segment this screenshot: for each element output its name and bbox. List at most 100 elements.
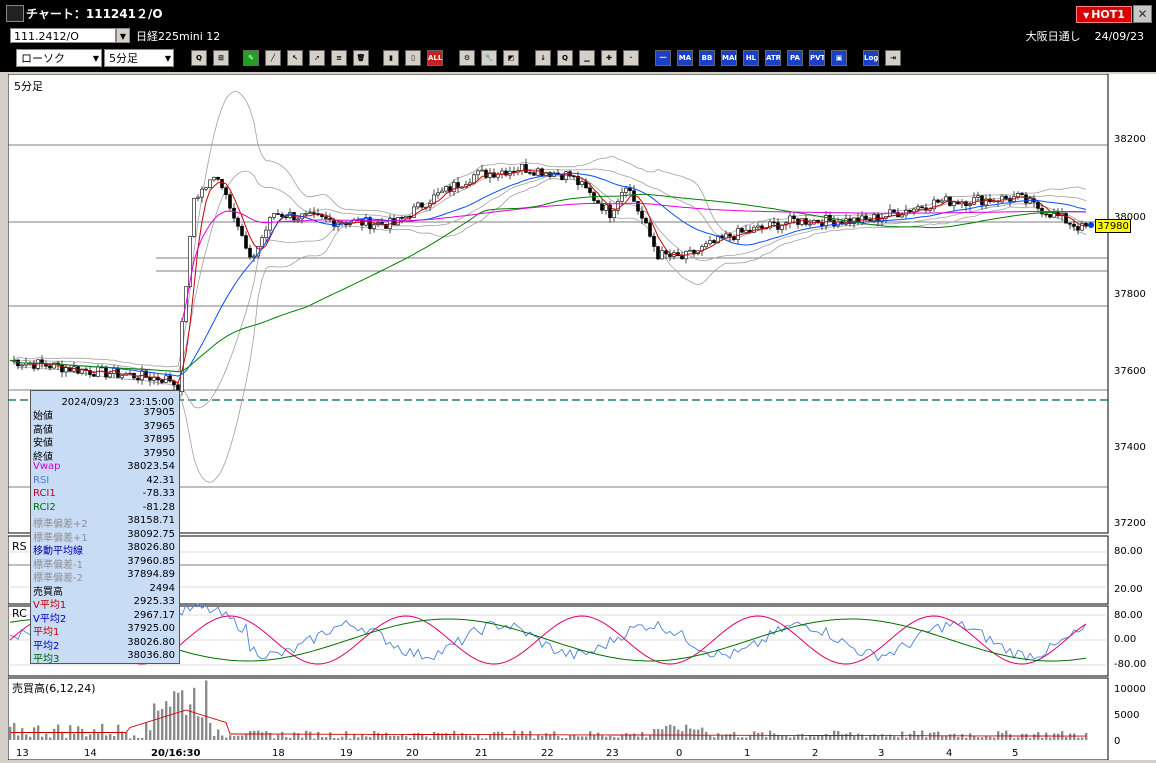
- candle-body: [872, 214, 876, 222]
- layout-button[interactable]: ⊞: [213, 50, 229, 66]
- mae-button[interactable]: MAE: [721, 50, 737, 66]
- volume-bar: [33, 727, 36, 740]
- line-tool-button[interactable]: ╱: [265, 50, 281, 66]
- indicator4-button[interactable]: ✚: [601, 50, 617, 66]
- volume-bar: [1005, 730, 1008, 740]
- candle-body: [528, 172, 532, 174]
- draw-pen-button[interactable]: ✎: [243, 50, 259, 66]
- data-window-row: 標準偏差+1 38092.75: [33, 529, 177, 544]
- all-button[interactable]: ALL: [427, 50, 443, 66]
- volume-bar: [409, 737, 412, 740]
- indicator5-button[interactable]: ·: [623, 50, 639, 66]
- trash-button[interactable]: 🗑: [353, 50, 369, 66]
- data-window-key: RCI2: [33, 501, 56, 513]
- volume-bar: [249, 731, 252, 740]
- hl-button[interactable]: HL: [743, 50, 759, 66]
- volume-bar: [189, 704, 192, 740]
- candle-body: [1072, 223, 1076, 227]
- candle-button[interactable]: ▮: [383, 50, 399, 66]
- volume-bar: [665, 725, 668, 740]
- volume-bar: [105, 735, 108, 740]
- symbol-input[interactable]: 111.2412/O: [10, 28, 116, 43]
- volume-bar: [201, 717, 204, 740]
- volume-bar: [237, 735, 240, 740]
- volume-bar: [825, 733, 828, 740]
- data-window-row: 平均3 38036.80: [33, 650, 177, 665]
- volume-bar: [793, 736, 796, 740]
- x-tick: 19: [340, 748, 353, 759]
- volume-bar: [309, 731, 312, 740]
- atr-button[interactable]: ATR: [765, 50, 781, 66]
- hot-button[interactable]: ▼ HOT1: [1076, 6, 1132, 23]
- indicator3-button[interactable]: ▁: [579, 50, 595, 66]
- candle-body: [1044, 213, 1048, 216]
- log-button[interactable]: Log: [863, 50, 879, 66]
- volume-bar: [525, 735, 528, 740]
- candle-body: [664, 250, 668, 255]
- candle-body: [632, 190, 636, 202]
- interval-select[interactable]: 5分足 ▼: [104, 49, 174, 67]
- cursor-button[interactable]: ↖: [287, 50, 303, 66]
- data-window-row: 安値 37895: [33, 434, 177, 449]
- volume-bar: [345, 731, 348, 740]
- volume-bar: [209, 723, 212, 740]
- volume-bar: [1021, 733, 1024, 740]
- candle-body: [500, 170, 504, 175]
- para-button[interactable]: PA: [787, 50, 803, 66]
- color-button[interactable]: ◩: [503, 50, 519, 66]
- candle-body: [244, 235, 248, 249]
- candle-body: [192, 197, 196, 237]
- symbol-dropdown-icon[interactable]: ▼: [116, 28, 130, 43]
- indicator2-button[interactable]: Q: [557, 50, 573, 66]
- tool-button[interactable]: 🔧: [481, 50, 497, 66]
- data-window-key: Vwap: [33, 461, 61, 472]
- arrow-button[interactable]: ➚: [309, 50, 325, 66]
- candle-body: [472, 174, 476, 184]
- candle-body: [704, 243, 708, 247]
- volume-panel-label: 売買高(6,12,24): [12, 682, 96, 695]
- volume-bar: [281, 731, 284, 740]
- settings-button[interactable]: ⚙: [459, 50, 475, 66]
- instrument-name: 日経225mini 12: [136, 30, 221, 43]
- chart-area[interactable]: [7, 73, 1156, 761]
- volume-bar: [881, 734, 884, 740]
- candle-body: [480, 169, 484, 172]
- notes-button[interactable]: ≡: [331, 50, 347, 66]
- volume-bar: [981, 737, 984, 740]
- bb-button[interactable]: BB: [699, 50, 715, 66]
- data-window-value: 38036.80: [127, 650, 175, 661]
- candle-body: [596, 200, 600, 204]
- rci-panel-label: RC: [12, 607, 27, 620]
- candle-body: [712, 240, 716, 244]
- export-button[interactable]: ⇥: [885, 50, 901, 66]
- x-tick: 20/16:30: [151, 748, 201, 759]
- volume-bar: [1061, 731, 1064, 740]
- x-tick: 3: [878, 748, 885, 759]
- chart-type-select[interactable]: ローソク ▼: [16, 49, 102, 67]
- indicator1-button[interactable]: ↓: [535, 50, 551, 66]
- frame-button[interactable]: ▣: [831, 50, 847, 66]
- volume-bar: [553, 731, 556, 740]
- zoom-button[interactable]: Q: [191, 50, 207, 66]
- ichimoku-button[interactable]: 一: [655, 50, 671, 66]
- pvt-button[interactable]: PVT: [809, 50, 825, 66]
- data-window-row: 移動平均線 38026.80: [33, 542, 177, 557]
- candle-body: [908, 209, 912, 213]
- volume-bar: [421, 735, 424, 740]
- candle-body: [236, 217, 240, 227]
- candle-body: [276, 213, 280, 215]
- macd-button[interactable]: MA: [677, 50, 693, 66]
- candle-body: [136, 377, 140, 381]
- data-window-value: 38158.71: [127, 515, 175, 526]
- close-button[interactable]: ✕: [1133, 5, 1152, 23]
- volume-bar: [925, 737, 928, 740]
- volume-bar: [29, 736, 32, 740]
- chevron-down-icon: ▼: [92, 54, 99, 63]
- data-window-value: 37965: [143, 420, 175, 432]
- candle-body: [232, 207, 236, 219]
- volume-bar: [221, 735, 224, 740]
- volume-bar: [349, 738, 352, 740]
- candle2-button[interactable]: ▯: [405, 50, 421, 66]
- volume-bar: [197, 716, 200, 740]
- volume-bar: [721, 735, 724, 740]
